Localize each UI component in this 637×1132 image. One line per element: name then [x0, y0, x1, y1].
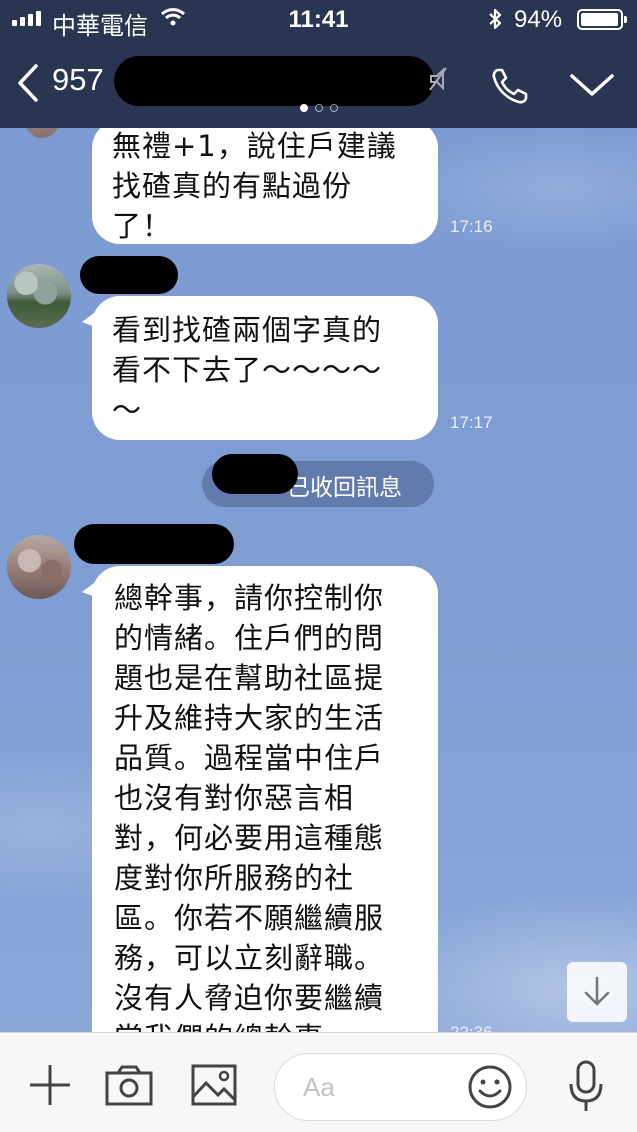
message-line: 也沒有對你惡言相: [114, 781, 355, 815]
message-line: 沒有人脅迫你要繼續: [114, 981, 385, 1015]
camera-icon[interactable]: [104, 1063, 154, 1107]
page-indicator: [0, 104, 637, 112]
title-redaction: [114, 56, 434, 106]
chat-area[interactable]: 無禮+1，說住戶建議 找碴真的有點過份 了！ 17:16 看到找碴兩個字真的 看…: [0, 128, 637, 1032]
page-dot: [314, 104, 323, 112]
bluetooth-icon: [489, 8, 502, 30]
system-message-text: 已收回訊息: [287, 475, 402, 501]
message-line: 題也是在幫助社區提: [114, 661, 385, 695]
message-time: 17:16: [450, 217, 493, 236]
battery-icon: [577, 9, 627, 30]
input-bar: [0, 1032, 637, 1132]
message-line: 當我們的總幹事。: [114, 1018, 418, 1032]
message-line: 升及維持大家的生活: [114, 701, 385, 735]
bubble-tail: [82, 310, 98, 328]
status-bar: 中華電信 11:41 94%: [0, 0, 637, 40]
back-button[interactable]: [14, 62, 44, 104]
message-line: 務，可以立刻辭職。: [114, 941, 385, 975]
message-line: 對，何必要用這種態: [114, 821, 385, 855]
sender-name-redaction: [80, 256, 178, 294]
message-line: ～: [112, 393, 143, 427]
arrow-down-icon: [584, 976, 610, 1006]
mute-icon: [429, 67, 447, 91]
message-bubble[interactable]: 看到找碴兩個字真的 看不下去了～～～～ ～: [82, 296, 438, 440]
emoji-icon[interactable]: [467, 1064, 513, 1110]
message-line: 找碴真的有點過份: [112, 169, 353, 203]
avatar[interactable]: [7, 535, 71, 599]
message-bubble[interactable]: 總幹事，請你控制你 的情緒。住戶們的問 題也是在幫助社區提 升及維持大家的生活 …: [82, 566, 438, 1032]
image-icon[interactable]: [190, 1063, 238, 1107]
page-dot: [299, 104, 308, 112]
chat-title: 957: [52, 62, 104, 97]
message-line: 總幹事，請你控制你: [114, 581, 385, 615]
chevron-down-icon[interactable]: [568, 68, 616, 102]
message-time: 17:17: [450, 413, 493, 432]
scroll-down-button[interactable]: [567, 962, 627, 1022]
avatar[interactable]: [7, 264, 71, 328]
message-time: 22:36: [450, 1023, 493, 1032]
sender-name-redaction: [212, 454, 298, 494]
message-line: 看不下去了～～～～: [112, 353, 383, 387]
microphone-icon[interactable]: [566, 1059, 606, 1115]
battery-percent: 94%: [514, 6, 563, 33]
sender-name-redaction: [74, 524, 234, 564]
message-line: 了！: [112, 209, 173, 243]
chat-header: 957: [0, 38, 637, 128]
message-line: 度對你所服務的社: [114, 861, 355, 895]
message-bubble[interactable]: 無禮+1，說住戶建議 找碴真的有點過份 了！: [92, 128, 438, 244]
bubble-tail: [82, 580, 98, 598]
message-line: 的情緒。住戶們的問: [114, 621, 385, 655]
phone-icon[interactable]: [488, 64, 532, 108]
avatar[interactable]: [22, 128, 62, 138]
page-dot: [329, 104, 338, 112]
message-line: 品質。過程當中住戶: [114, 741, 385, 775]
message-line: 看到找碴兩個字真的: [112, 313, 383, 347]
message-line: 區。你若不願繼續服: [114, 901, 385, 935]
message-line: 無禮+1，說住戶建議: [112, 129, 397, 163]
plus-icon[interactable]: [26, 1061, 74, 1109]
